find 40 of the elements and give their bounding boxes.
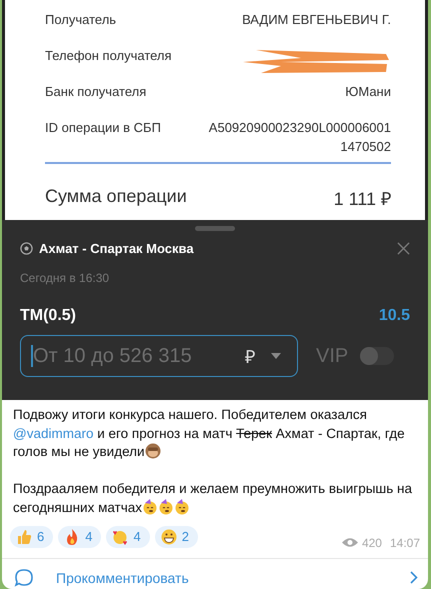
field-label: Получатель: [45, 11, 116, 29]
message-text: Подвожу итоги конкурса нашего. Победителем оказался @vadimmaro и его прогноз на матч Терек Ахмат - Спартак, где голов мы не увидели: [13, 406, 406, 462]
message-text: Поздрааляем победителя и желаем преумножить выигрышь на сегодняшних матчах: [13, 480, 413, 517]
party-face-icon: [158, 498, 174, 515]
party-face-icon: [174, 498, 190, 515]
message-time: 14:07: [390, 534, 420, 550]
vip-toggle[interactable]: [360, 347, 394, 365]
reaction-button[interactable]: 6: [10, 526, 54, 548]
reaction-button[interactable]: 4: [106, 526, 150, 548]
field-label: Телефон получателя: [45, 47, 172, 65]
view-count: 420: [362, 536, 382, 550]
monkey-icon: [144, 443, 161, 460]
thumbs-up-icon: [16, 528, 32, 545]
party-face-icon: [142, 498, 158, 515]
total-label: Сумма операции: [45, 186, 187, 208]
hearts-face-icon: [112, 528, 128, 545]
field-label: Банк получателя: [45, 83, 146, 101]
ball-icon: [20, 242, 33, 255]
bet-outcome: ТМ(0.5): [20, 307, 76, 325]
vip-label: VIP: [316, 344, 348, 368]
match-time: Сегодня в 16:30: [20, 271, 110, 285]
field-value: ВАДИМ ЕВГЕНЬЕВИЧ Г.: [242, 11, 391, 29]
grinning-face-icon: [160, 528, 177, 545]
field-label: ID операции в СБП: [45, 119, 161, 137]
stake-field[interactable]: От 10 до 526 315 ₽: [20, 335, 298, 377]
reaction-button[interactable]: 4: [58, 526, 102, 548]
bet-odds: 10.5: [378, 307, 410, 325]
reaction-button[interactable]: 2: [154, 526, 198, 548]
close-icon[interactable]: [397, 242, 410, 255]
field-value: A50920900023290L000006001 1470502: [208, 119, 391, 156]
eye-icon: [342, 537, 358, 548]
chevron-right-icon: [410, 571, 418, 584]
total-value: 1 111 ₽: [334, 188, 391, 210]
mention-link[interactable]: @vadimmaro: [13, 426, 94, 441]
comments-link[interactable]: Прокомментировать: [2, 558, 428, 589]
drag-handle[interactable]: [195, 226, 235, 231]
speech-bubble-icon: [14, 568, 34, 588]
match-title: Ахмат - Спартак Москва: [39, 241, 194, 256]
field-value: ЮМани: [345, 83, 391, 101]
caret-icon: [271, 353, 281, 359]
